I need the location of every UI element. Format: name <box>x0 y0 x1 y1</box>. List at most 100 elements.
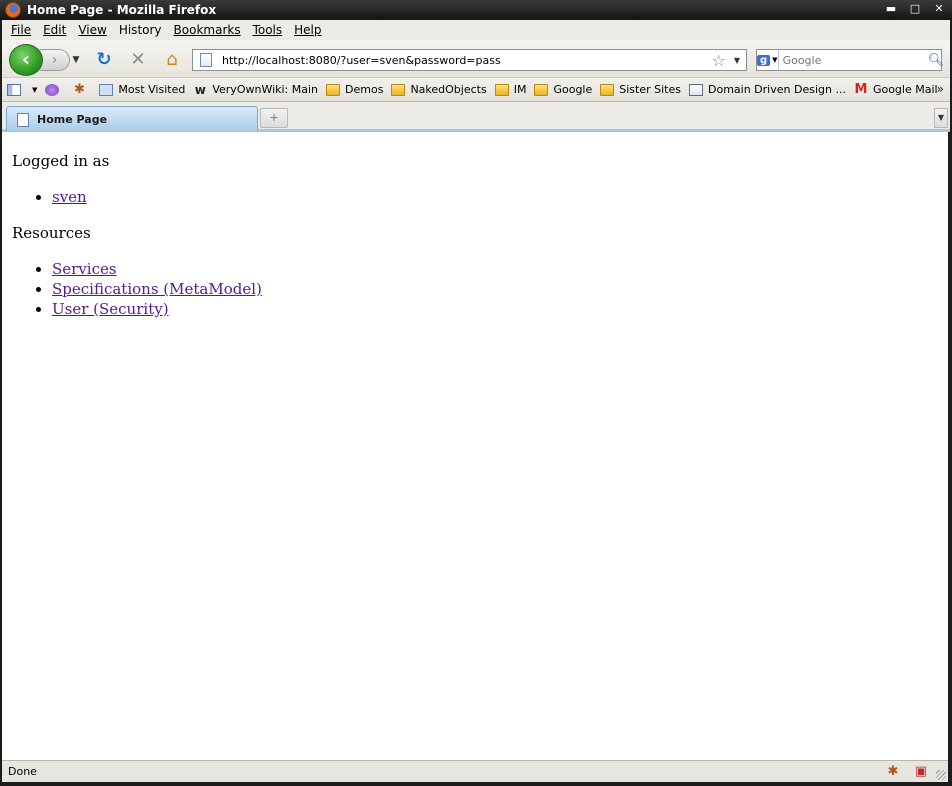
gmail-icon: M <box>854 81 868 97</box>
menu-help[interactable]: Help <box>293 23 329 37</box>
bookmarks-overflow-button[interactable]: » <box>937 82 944 96</box>
chevron-down-icon: ▼ <box>772 56 778 64</box>
firebug-icon[interactable]: ✱ <box>884 764 902 780</box>
tab-list-button[interactable]: ▼ <box>934 108 948 128</box>
folder-icon <box>391 83 406 96</box>
menu-file[interactable]: File <box>10 23 39 37</box>
forward-button[interactable]: › <box>40 49 70 71</box>
tab-bar: Home Page + ▼ <box>2 102 950 132</box>
folder-icon <box>494 83 509 96</box>
page-content: Logged in as sven Resources Services Spe… <box>2 132 948 760</box>
menu-history-label: History <box>118 23 162 37</box>
sidebar-dropdown-icon: ▼ <box>32 85 38 94</box>
bookmark-label: Most Visited <box>118 83 186 96</box>
user-security-link[interactable]: User (Security) <box>52 300 169 318</box>
status-bar: Done ✱ ▣ <box>2 760 948 782</box>
folder-icon <box>534 83 549 96</box>
menu-tools[interactable]: Tools <box>252 23 291 37</box>
bookmark-label: Domain Driven Design ... <box>708 83 846 96</box>
reload-button[interactable]: ↻ <box>92 49 116 71</box>
navigation-toolbar: › ‹ ▼ ↻ ✕ ⌂ ☆ ▼ g▼ 🔍︎ <box>2 40 950 78</box>
menu-tools-label: Tools <box>252 23 283 37</box>
bookmark-label: Google <box>553 83 593 96</box>
bookmark-star-icon[interactable]: ☆ <box>712 51 726 70</box>
bookmark-im[interactable]: IM <box>494 83 527 96</box>
bookmark-demos[interactable]: Demos <box>326 83 383 96</box>
bookmark-most-visited[interactable]: Most Visited <box>99 83 185 96</box>
bookmark-label: Google Mail <box>872 83 938 96</box>
search-engine-button[interactable]: g ▼ <box>757 50 779 70</box>
stop-button[interactable]: ✕ <box>126 49 150 71</box>
menu-edit-label: Edit <box>43 23 67 37</box>
bookmark-google-mail[interactable]: M Google Mail <box>854 81 938 97</box>
bookmark-nakedobjects[interactable]: NakedObjects <box>391 83 487 96</box>
browser-window: Home Page - Mozilla Firefox ▬ □ ✕ File E… <box>0 0 952 786</box>
search-bar: g▼ 🔍︎ <box>756 49 945 71</box>
window-title: Home Page - Mozilla Firefox <box>27 3 217 17</box>
specifications-link[interactable]: Specifications (MetaModel) <box>52 280 262 298</box>
bookmark-veryownwiki[interactable]: w VeryOwnWiki: Main <box>193 83 318 96</box>
menu-view[interactable]: View <box>77 23 114 37</box>
bookmark-label: IM <box>513 83 527 96</box>
window-controls: ▬ □ ✕ <box>884 2 946 16</box>
list-item: Services <box>52 259 948 279</box>
status-text: Done <box>8 765 37 778</box>
folder-icon <box>326 83 341 96</box>
url-bar: ☆ ▼ <box>192 49 747 71</box>
title-bar[interactable]: Home Page - Mozilla Firefox ▬ □ ✕ <box>0 0 952 20</box>
new-tab-button[interactable]: + <box>260 108 288 128</box>
tab-home-page[interactable]: Home Page <box>6 106 258 132</box>
bookmark-sidebar[interactable]: ▼ <box>7 83 38 96</box>
menu-help-label: Help <box>294 23 322 37</box>
home-icon: ⌂ <box>166 49 178 70</box>
chevron-down-icon: ▼ <box>937 113 945 122</box>
document-icon <box>689 83 703 96</box>
tab-label: Home Page <box>37 113 108 126</box>
user-link-sven[interactable]: sven <box>52 188 87 206</box>
chevron-down-icon: ▼ <box>72 55 80 65</box>
close-button[interactable]: ✕ <box>932 2 946 16</box>
home-button[interactable]: ⌂ <box>160 49 184 71</box>
menu-bar: File Edit View History Bookmarks Tools H… <box>2 20 950 40</box>
bookmark-firebug[interactable]: ✱ <box>72 83 91 96</box>
services-link[interactable]: Services <box>52 260 117 278</box>
bookmark-label: Demos <box>345 83 384 96</box>
menu-history[interactable]: History <box>118 23 170 37</box>
plus-icon: + <box>269 111 279 124</box>
list-item: sven <box>52 187 948 207</box>
sidebar-icon <box>7 83 21 96</box>
menu-bookmarks-label: Bookmarks <box>173 23 241 37</box>
back-button[interactable]: ‹ <box>9 44 43 76</box>
page-icon <box>200 53 212 67</box>
resource-list: Services Specifications (MetaModel) User… <box>52 259 948 319</box>
minimize-button[interactable]: ▬ <box>884 2 898 16</box>
bookmark-google[interactable]: Google <box>534 83 592 96</box>
search-icon[interactable]: 🔍︎ <box>928 53 945 68</box>
resize-grip[interactable] <box>936 770 946 780</box>
menu-edit[interactable]: Edit <box>42 23 74 37</box>
bookmarks-toolbar: ▼ ✱ Most Visited w VeryOwnWiki: Main Demo… <box>2 78 950 102</box>
status-addon-icon[interactable]: ▣ <box>912 764 930 780</box>
stop-icon: ✕ <box>130 49 146 70</box>
menu-view-label: View <box>78 23 107 37</box>
logged-in-heading: Logged in as <box>12 152 110 170</box>
back-arrow-icon: ‹ <box>21 47 31 71</box>
bookmark-domain-driven-design[interactable]: Domain Driven Design ... <box>689 83 846 96</box>
url-dropdown-icon[interactable]: ▼ <box>734 56 740 65</box>
maximize-button[interactable]: □ <box>908 2 922 16</box>
bookmark-label: NakedObjects <box>410 83 487 96</box>
google-engine-icon: g <box>757 54 771 66</box>
menu-bookmarks[interactable]: Bookmarks <box>173 23 249 37</box>
bookmark-sister-sites[interactable]: Sister Sites <box>600 83 681 96</box>
list-item: Specifications (MetaModel) <box>52 279 948 299</box>
resources-heading: Resources <box>12 224 91 242</box>
menu-file-label: File <box>11 23 32 37</box>
purple-addon-icon <box>45 83 60 96</box>
page-icon <box>99 83 114 96</box>
folder-icon <box>600 83 615 96</box>
search-input[interactable] <box>778 53 928 67</box>
browser-chrome: File Edit View History Bookmarks Tools H… <box>2 20 950 132</box>
bookmark-addon[interactable] <box>45 83 64 96</box>
url-input[interactable] <box>222 53 712 67</box>
history-dropdown-button[interactable]: ▼ <box>70 52 82 68</box>
